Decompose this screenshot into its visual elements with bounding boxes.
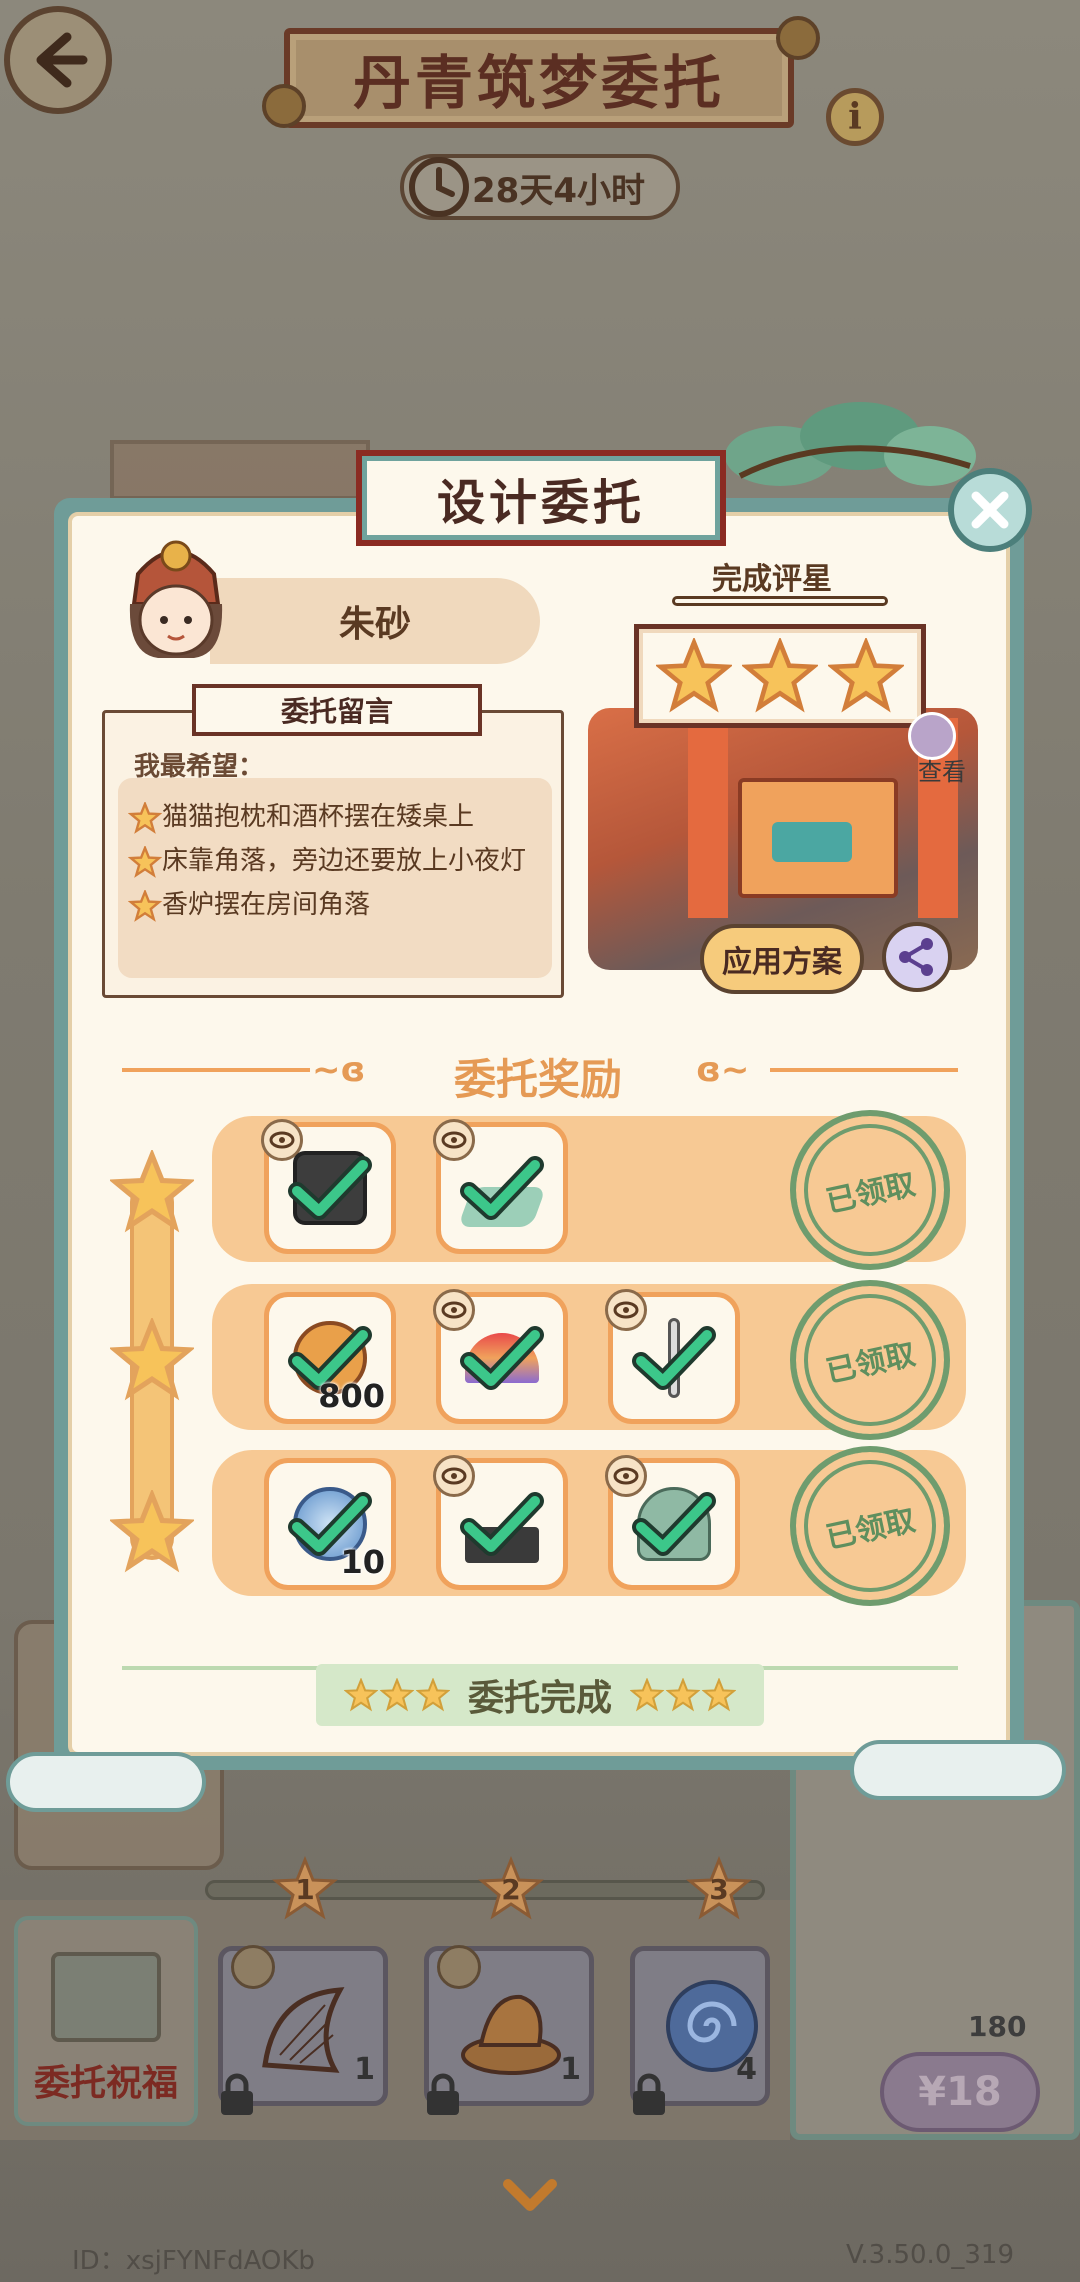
timer-text: 28天4小时 [472, 170, 645, 211]
check-icon [460, 1326, 544, 1390]
client-name-bar: 朱砂 [210, 578, 540, 664]
reward-item[interactable] [433, 1289, 568, 1424]
chevron-down-icon[interactable] [500, 2176, 560, 2216]
rating-star-icon [656, 638, 732, 713]
view-label[interactable]: 查看 [918, 752, 966, 787]
star-bullet-icon [128, 890, 162, 922]
star-bullet-icon [128, 802, 162, 834]
back-button[interactable] [4, 6, 112, 114]
clock-icon [409, 157, 469, 217]
harp-icon [262, 1987, 345, 2073]
reward-item[interactable] [433, 1455, 568, 1590]
star-icon [415, 1678, 450, 1712]
swirl-ornament-left: ~ɞ [312, 1050, 366, 1090]
star-icon [702, 1678, 736, 1712]
curtain-left [688, 718, 728, 918]
pine-branch-decoration [725, 402, 976, 486]
background-panel-strip [110, 440, 370, 500]
share-icon [899, 938, 933, 976]
swirl-ornament-right: ɞ~ [696, 1050, 750, 1090]
bed-furniture [738, 778, 898, 898]
reward-qty: 800 [318, 1377, 385, 1415]
reward-item[interactable] [261, 1119, 396, 1254]
slot-count: 1 [560, 2052, 581, 2087]
milestone-2: 2 [478, 1856, 544, 1922]
reward-slot-2[interactable]: 1 [424, 1945, 594, 2115]
reward-qty: 10 [340, 1543, 385, 1581]
reward-item[interactable] [433, 1119, 568, 1254]
arrow-left-icon [36, 32, 88, 88]
slot-count: 4 [736, 2052, 757, 2087]
star-icon [379, 1678, 414, 1712]
reward-divider-right [770, 1068, 958, 1072]
price-label: ¥18 [918, 2069, 1002, 2115]
lotus-icon [461, 1994, 561, 2075]
rating-star-icon [828, 638, 904, 713]
gift-box-icon [51, 1952, 161, 2042]
star-icon [343, 1678, 378, 1712]
commission-complete-banner: 委托完成 [316, 1664, 764, 1726]
rewards-title: 委托奖励 [453, 1055, 622, 1104]
reward-item[interactable]: 800 [264, 1292, 396, 1424]
cloud-decoration-right [850, 1740, 1066, 1800]
lock-icon [221, 2073, 253, 2115]
reward-item[interactable] [605, 1289, 740, 1424]
price-count: 180 [968, 2010, 1027, 2043]
modal-title-plaque: 设计委托 [356, 450, 726, 546]
check-icon [632, 1492, 716, 1556]
user-id: ID：xsjFYNFdAOKb [72, 2246, 315, 2276]
share-button[interactable] [882, 922, 952, 992]
star-icon [666, 1678, 700, 1712]
star-bullet-icon [128, 846, 162, 878]
slot-count: 1 [354, 2052, 375, 2087]
tier-star-icon [110, 1318, 194, 1401]
reward-slot-3[interactable]: 4 [630, 1946, 770, 2115]
event-title-plaque: 丹青筑梦委托 [284, 28, 794, 128]
info-button[interactable]: i [826, 88, 884, 146]
wish-item: 香炉摆在房间角落 [128, 888, 538, 922]
client-name: 朱砂 [338, 604, 411, 645]
rating-hanger [672, 596, 888, 606]
plaque-knot-right [776, 16, 820, 60]
star-icon [630, 1678, 664, 1712]
apply-plan-button[interactable]: 应用方案 [700, 924, 864, 994]
wish-list: 猫猫抱枕和酒杯摆在矮桌上 床靠角落，旁边还要放上小夜灯 香炉摆在房间角落 [118, 778, 552, 978]
check-icon [632, 1326, 716, 1390]
event-title: 丹青筑梦委托 [352, 49, 725, 117]
check-icon [460, 1156, 544, 1220]
reward-slot-1[interactable]: 1 [218, 1945, 388, 2115]
close-icon [971, 491, 1009, 529]
complete-label: 委托完成 [467, 1677, 612, 1719]
tier-star-icon [110, 1150, 194, 1233]
milestone-3: 3 [686, 1856, 752, 1922]
plaque-knot-left [262, 84, 306, 128]
rating-label: 完成评星 [712, 562, 832, 597]
lock-icon [633, 2073, 665, 2115]
blessing-label: 委托祝福 [33, 2062, 178, 2104]
wish-item: 猫猫抱枕和酒杯摆在矮桌上 [128, 800, 538, 834]
banner-stars-right [630, 1678, 736, 1712]
cloud-decoration-left [6, 1752, 206, 1812]
reward-divider-left [122, 1068, 310, 1072]
reward-item[interactable]: 10 [264, 1458, 396, 1590]
lock-icon [427, 2073, 459, 2115]
wish-item: 床靠角落，旁边还要放上小夜灯 [128, 844, 538, 878]
purchase-button[interactable]: ¥18 [880, 2052, 1040, 2132]
client-avatar [129, 540, 223, 658]
info-icon: i [848, 96, 862, 138]
modal-title: 设计委托 [436, 475, 645, 531]
message-tag: 委托留言 [192, 684, 482, 736]
blessing-button[interactable]: 委托祝福 [14, 1916, 198, 2126]
app-version: V.3.50.0_319 [845, 2240, 1014, 2270]
rating-stars-box [634, 624, 926, 728]
tier-star-icon [110, 1490, 194, 1573]
milestone-1: 1 [272, 1856, 338, 1922]
reward-item[interactable] [605, 1455, 740, 1590]
banner-stars-left [343, 1678, 450, 1712]
check-icon [288, 1156, 372, 1220]
event-timer: 28天4小时 [400, 154, 680, 220]
check-icon [460, 1492, 544, 1556]
close-button[interactable] [948, 468, 1032, 552]
rating-star-icon [742, 638, 818, 713]
